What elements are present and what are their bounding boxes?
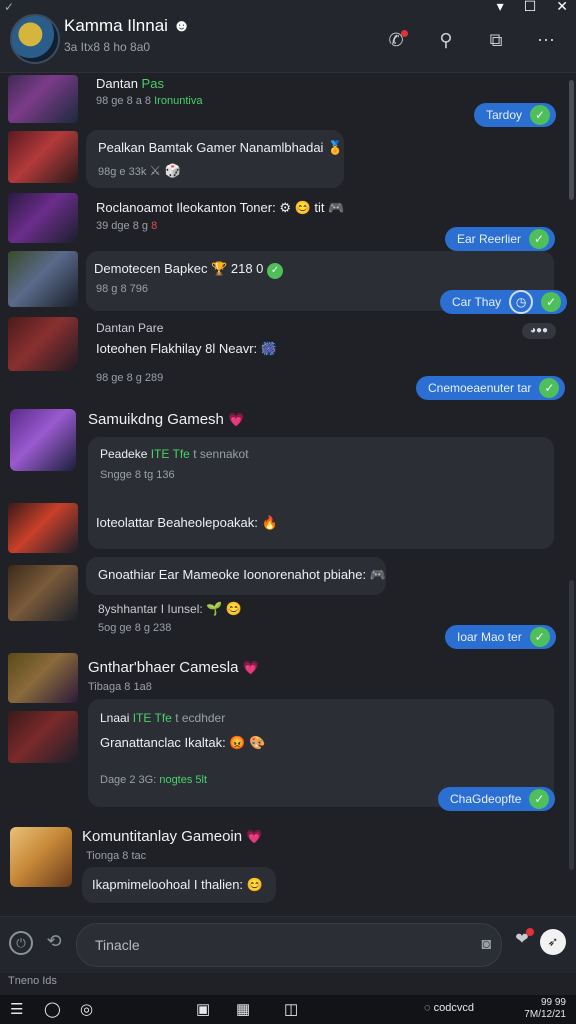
check-icon: ✓ — [267, 263, 284, 279]
message-bubble — [86, 130, 344, 188]
message-meta: Tionga 8 tac — [86, 850, 147, 862]
message-meta: 98 ge 8 g 289 — [96, 372, 164, 384]
clock-icon: ◷ — [509, 290, 534, 314]
typing-indicator: ◕●● — [522, 323, 556, 339]
emoji-icon: 😡 🎨 — [229, 735, 266, 750]
emoji-icon: 🌱 😊 — [206, 601, 243, 616]
window-controls: ▾ ☐ ✕ — [497, 0, 568, 14]
message-text: Pealkan Bamtak Gamer Nanamlbhadai 🏅 — [98, 140, 344, 155]
camera-icon[interactable]: ◙ — [481, 936, 491, 954]
message-meta: 98g e 33k ⚔ 🎲 — [98, 163, 181, 178]
group-icon[interactable]: ◎ — [80, 1000, 93, 1018]
message-author: Samuikdng Gamesh 💗 — [88, 411, 245, 428]
page-title: Kamma Ilnnai ☻ — [64, 16, 191, 35]
minimize-icon[interactable]: ▾ — [497, 0, 504, 14]
reaction-chip[interactable]: Ear Reerlier ✓ — [445, 227, 556, 251]
check-icon: ✓ — [529, 627, 550, 647]
close-icon[interactable]: ✕ — [556, 0, 568, 14]
check-icon: ✓ — [539, 378, 560, 398]
emoji-icon: 😊 — [246, 877, 263, 892]
message-meta: 5og ge 8 g 238 — [98, 622, 172, 634]
reaction-chip[interactable]: ChaGdeopfte ✓ — [438, 787, 556, 811]
reaction-chip[interactable]: Car Thay ◷ ✓ — [440, 290, 568, 314]
game-icon: 🎮 — [369, 567, 386, 582]
message-input[interactable] — [93, 924, 457, 966]
image-icon[interactable]: ▣ — [196, 1000, 210, 1018]
avatar[interactable] — [10, 14, 60, 64]
message-text: Demotecen Bapkec 🏆 218 0 ✓ — [94, 261, 284, 279]
message-text: Ioteolattar Beaheolepoakak: 🔥 — [96, 515, 278, 530]
heart-icon: 💗 — [246, 829, 263, 844]
check-icon: ✓ — [529, 229, 550, 249]
heart-icon: 💗 — [242, 660, 259, 675]
scrollbar-track[interactable] — [569, 580, 574, 870]
message-meta: Tibaga 8 1a8 — [88, 681, 152, 693]
message-author: Komuntitanlay Gameoin 💗 — [82, 828, 263, 845]
reaction-chip[interactable]: Tardoy ✓ — [474, 103, 557, 127]
send-button[interactable]: ➶ — [540, 929, 566, 955]
message-thumbnail[interactable] — [8, 317, 78, 371]
message-thumbnail[interactable] — [8, 75, 78, 123]
badge-icon: 🏅 — [327, 140, 344, 155]
message-meta: 98 ge 8 a 8 Ironuntiva — [96, 95, 203, 107]
search-icon[interactable]: ⚲ — [434, 28, 458, 52]
sticker-button[interactable]: ❤ — [510, 928, 534, 952]
sticker-icon: 🎆 — [260, 341, 277, 356]
heart-icon: 💗 — [228, 412, 245, 427]
menu-icon[interactable]: ☰ — [10, 1000, 23, 1018]
message-author: Dantan Pare — [96, 321, 164, 335]
message-thumbnail[interactable] — [8, 653, 78, 703]
message-thumbnail[interactable] — [8, 131, 78, 183]
check-icon: ✓ — [541, 292, 562, 312]
more-icon[interactable]: ⋯ — [534, 28, 558, 52]
camera-icon[interactable]: ⧉ — [484, 28, 508, 52]
message-feed[interactable]: Dantan Pas 98 ge 8 a 8 Ironuntiva Tardoy… — [0, 73, 576, 915]
chat-header: ✓ ▾ ☐ ✕ Kamma Ilnnai ☻ 3a Itx8 8 ho 8a0 … — [0, 0, 576, 73]
message-input-wrapper: ◙ — [76, 923, 502, 967]
power-icon[interactable]: ⏻ — [9, 931, 33, 955]
apps-icon[interactable]: ▦ — [236, 1000, 250, 1018]
message-thumbnail[interactable] — [8, 565, 78, 621]
reaction-chip[interactable]: Ioar Mao ter ✓ — [445, 625, 556, 649]
chat-icon[interactable]: ◯ — [44, 1000, 61, 1018]
maximize-icon[interactable]: ☐ — [524, 0, 537, 14]
message-thumbnail[interactable] — [8, 503, 78, 553]
reaction-chip[interactable]: Cnemoeaenuter tar ✓ — [416, 376, 566, 400]
message-meta: Sngge 8 tg 136 — [100, 469, 175, 481]
message-thumbnail[interactable] — [8, 193, 78, 243]
message-thumbnail[interactable] — [8, 711, 78, 763]
message-author: Gnthar'bhaer Camesla 💗 — [88, 659, 259, 676]
message-text: Roclanoamot Ileokanton Toner: ⚙ 😊 tit 🎮 — [96, 200, 345, 215]
page-subtitle: 3a Itx8 8 ho 8a0 — [64, 40, 151, 54]
check-icon: ✓ — [529, 789, 550, 809]
message-quote: Peadeke ITE Tfe t sennakot — [100, 447, 249, 461]
message-text: Ioteohen Flakhilay 8l Neavr: 🎆 — [96, 341, 277, 356]
message-composer: ⏻ ⟲ ◙ — [0, 916, 576, 973]
message-meta: 39 dge 8 g 8 — [96, 220, 158, 232]
tray-status[interactable]: ◌ codcvcd — [424, 1002, 474, 1014]
system-clock[interactable]: 99 99 7M/12/21 — [524, 997, 566, 1021]
message-meta: 98 g 8 796 — [96, 283, 148, 295]
refresh-icon[interactable]: ⟲ — [42, 931, 66, 955]
check-icon: ✓ — [530, 105, 551, 125]
message-author: Dantan Pas — [96, 76, 164, 91]
message-quote: Lnaai ITE Tfe t ecdhder — [100, 711, 226, 725]
app-icon: ✓ — [4, 0, 15, 14]
store-icon[interactable]: ◫ — [284, 1000, 298, 1018]
message-text: Gnoathiar Ear Mameoke Ioonorenahot pbiah… — [98, 567, 386, 582]
fire-icon: 🔥 — [261, 515, 278, 530]
message-thumbnail[interactable] — [8, 251, 78, 307]
status-text: Tneno Ids — [8, 975, 57, 987]
message-meta: Dage 2 3G: nogtes 5lt — [100, 774, 208, 786]
message-thumbnail[interactable] — [10, 409, 76, 471]
message-text: 8yshhantar I Iunsel: 🌱 😊 — [98, 601, 243, 616]
message-thumbnail[interactable] — [10, 827, 72, 887]
phone-icon[interactable]: ✆ — [384, 28, 408, 52]
message-text: Ikapmimeloohoal I thalien: 😊 — [92, 877, 263, 892]
taskbar: ☰ ◯ ◎ ▣ ▦ ◫ ◌ codcvcd 99 99 7M/12/21 — [0, 995, 576, 1024]
message-text: Granattanclac Ikaltak: 😡 🎨 — [100, 735, 266, 750]
